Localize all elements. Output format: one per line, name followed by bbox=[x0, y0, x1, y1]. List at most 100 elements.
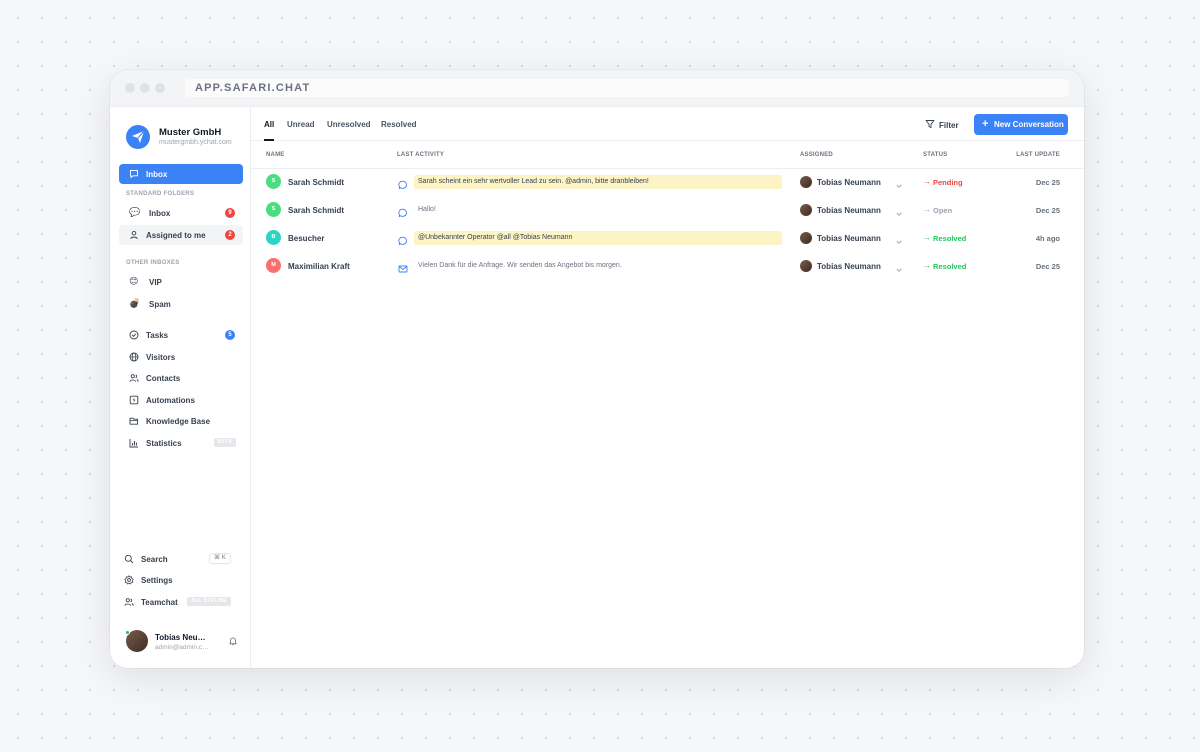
sidebar-item-tasks[interactable]: Tasks 5 bbox=[119, 325, 243, 345]
all-offline-tag: ALL OFFLINE bbox=[187, 597, 231, 606]
sidebar-item-label: Inbox bbox=[149, 209, 171, 218]
sidebar-item-spam[interactable]: 💣 Spam bbox=[119, 294, 243, 314]
assignee-name[interactable]: Tobias Neumann bbox=[817, 234, 881, 243]
org-name[interactable]: Muster GmbH bbox=[159, 127, 221, 138]
contact-name[interactable]: Sarah Schmidt bbox=[288, 206, 344, 215]
unread-count-badge: 9 bbox=[225, 208, 235, 218]
assignee-name[interactable]: Tobias Neumann bbox=[817, 206, 881, 215]
tab-resolved[interactable]: Resolved bbox=[381, 120, 417, 129]
contact-avatar[interactable]: S bbox=[266, 174, 281, 189]
sidebar-item-statistics[interactable]: Statistics BETA bbox=[119, 433, 243, 453]
sidebar-item-label: Automations bbox=[146, 396, 195, 405]
contact-name[interactable]: Besucher bbox=[288, 234, 324, 243]
bomb-icon: 💣 bbox=[129, 299, 141, 309]
column-header-assigned[interactable]: ASSIGNED bbox=[800, 152, 833, 158]
globe-icon bbox=[129, 352, 139, 362]
other-inboxes-heading: OTHER INBOXES bbox=[126, 260, 180, 266]
notification-bell-icon[interactable] bbox=[228, 636, 238, 646]
column-header-status[interactable]: STATUS bbox=[923, 152, 947, 158]
table-row[interactable]: S Sarah Schmidt Sarah scheint ein sehr wer… bbox=[251, 169, 1084, 197]
column-header-name[interactable]: NAME bbox=[266, 152, 284, 158]
sidebar-item-knowledge-base[interactable]: Knowledge Base bbox=[119, 411, 243, 431]
last-update-time: Dec 25 bbox=[1035, 178, 1060, 187]
tab-all[interactable]: All bbox=[264, 120, 274, 129]
last-activity-message[interactable]: Sarah scheint ein sehr wertvoller Lead z… bbox=[414, 175, 782, 189]
last-activity-message[interactable]: @Unbekannter Operator @all @Tobias Neuma… bbox=[414, 231, 782, 245]
sidebar-item-settings[interactable]: Settings bbox=[114, 570, 238, 590]
contact-avatar[interactable]: M bbox=[266, 258, 281, 273]
chevron-down-icon[interactable] bbox=[895, 261, 903, 272]
user-name[interactable]: Tobias Neumann bbox=[155, 633, 207, 642]
assignee-avatar bbox=[800, 232, 812, 244]
sidebar-item-visitors[interactable]: Visitors bbox=[119, 347, 243, 367]
table-row[interactable]: S Sarah Schmidt Hallo! Tobias Neumann → Open D… bbox=[251, 197, 1084, 225]
column-header-last-update[interactable]: LAST UPDATE bbox=[1016, 152, 1060, 158]
sidebar-item-inbox[interactable]: 💬 Inbox 9 bbox=[119, 203, 243, 223]
sidebar-item-inbox-top[interactable]: Inbox bbox=[119, 164, 243, 184]
plus-icon: + bbox=[982, 118, 989, 130]
minimize-window-dot[interactable] bbox=[140, 83, 150, 93]
last-activity-message[interactable]: Hallo! bbox=[414, 203, 440, 217]
users-icon bbox=[129, 374, 139, 382]
maximize-window-dot[interactable] bbox=[155, 83, 165, 93]
conversation-tabs: All Unread Unresolved Resolved Filter + … bbox=[251, 107, 1084, 141]
folder-open-icon bbox=[129, 417, 139, 425]
mail-icon bbox=[398, 261, 408, 273]
sidebar-item-label: Contacts bbox=[146, 374, 181, 383]
sidebar-item-label: VIP bbox=[149, 278, 162, 287]
org-logo-icon[interactable] bbox=[126, 125, 150, 149]
chevron-down-icon[interactable] bbox=[895, 177, 903, 188]
tab-unread[interactable]: Unread bbox=[287, 120, 315, 129]
table-header: NAME LAST ACTIVITY ASSIGNED STATUS LAST … bbox=[251, 141, 1084, 169]
assignee-name[interactable]: Tobias Neumann bbox=[817, 262, 881, 271]
new-conversation-button[interactable]: + New Conversation bbox=[974, 114, 1068, 135]
assignee-avatar bbox=[800, 260, 812, 272]
sidebar-item-label: Settings bbox=[141, 576, 173, 585]
sidebar-item-search[interactable]: Search ⌘ K bbox=[114, 549, 238, 569]
assignee-avatar bbox=[800, 204, 812, 216]
tasks-count-badge: 5 bbox=[225, 330, 235, 340]
sidebar-item-label: Statistics bbox=[146, 439, 182, 448]
standard-folders-heading: STANDARD FOLDERS bbox=[126, 191, 195, 197]
close-window-dot[interactable] bbox=[125, 83, 135, 93]
chat-icon bbox=[398, 205, 408, 218]
contact-name[interactable]: Sarah Schmidt bbox=[288, 178, 344, 187]
browser-window: APP.SAFARI.CHAT Muster GmbH mustergmbh.y… bbox=[110, 70, 1084, 668]
filter-icon bbox=[925, 120, 935, 129]
app-container: Muster GmbH mustergmbh.ychat.com Inbox S… bbox=[110, 106, 1084, 668]
table-row[interactable]: B Besucher @Unbekannter Operator @all @Tob… bbox=[251, 225, 1084, 253]
contact-name[interactable]: Maximilian Kraft bbox=[288, 262, 350, 271]
chevron-down-icon[interactable] bbox=[895, 233, 903, 244]
status-label: Open bbox=[933, 206, 953, 215]
contact-avatar[interactable]: B bbox=[266, 230, 281, 245]
table-row[interactable]: M Maximilian Kraft Vielen Dank für die Anf… bbox=[251, 253, 1084, 281]
column-header-last-activity[interactable]: LAST ACTIVITY bbox=[397, 152, 444, 158]
assignee-name[interactable]: Tobias Neumann bbox=[817, 178, 881, 187]
chevron-down-icon[interactable] bbox=[895, 205, 903, 216]
arrow-right-icon: → bbox=[923, 233, 931, 242]
sidebar-item-label: Visitors bbox=[146, 353, 176, 362]
sidebar-item-label: Assigned to me bbox=[146, 231, 206, 240]
sidebar-item-automations[interactable]: Automations bbox=[119, 390, 243, 410]
tab-unresolved[interactable]: Unresolved bbox=[327, 120, 371, 129]
sidebar-item-contacts[interactable]: Contacts bbox=[119, 368, 243, 388]
last-update-time: 4h ago bbox=[1035, 234, 1060, 243]
new-conversation-label: New Conversation bbox=[994, 120, 1064, 129]
chat-icon bbox=[398, 177, 408, 190]
sidebar-item-teamchat[interactable]: Teamchat ALL OFFLINE bbox=[114, 592, 238, 612]
sidebar-item-assigned-to-me[interactable]: Assigned to me 2 bbox=[119, 225, 243, 245]
sidebar-item-vip[interactable]: 😊 VIP bbox=[119, 272, 243, 292]
last-update-time: Dec 25 bbox=[1035, 206, 1060, 215]
sidebar-item-label: Tasks bbox=[146, 331, 169, 340]
contact-avatar[interactable]: S bbox=[266, 202, 281, 217]
sidebar-item-label: Knowledge Base bbox=[146, 417, 211, 426]
check-circle-icon bbox=[129, 330, 139, 340]
sidebar-item-label: Teamchat bbox=[141, 598, 178, 607]
status-label: Resolved bbox=[933, 262, 967, 271]
sidebar-item-label: Search bbox=[141, 555, 168, 564]
browser-titlebar: APP.SAFARI.CHAT bbox=[110, 70, 1084, 106]
assignee-avatar bbox=[800, 176, 812, 188]
last-activity-message[interactable]: Vielen Dank für die Anfrage. Wir senden … bbox=[414, 259, 626, 273]
arrow-right-icon: → bbox=[923, 205, 931, 214]
address-bar[interactable]: APP.SAFARI.CHAT bbox=[185, 79, 1069, 97]
